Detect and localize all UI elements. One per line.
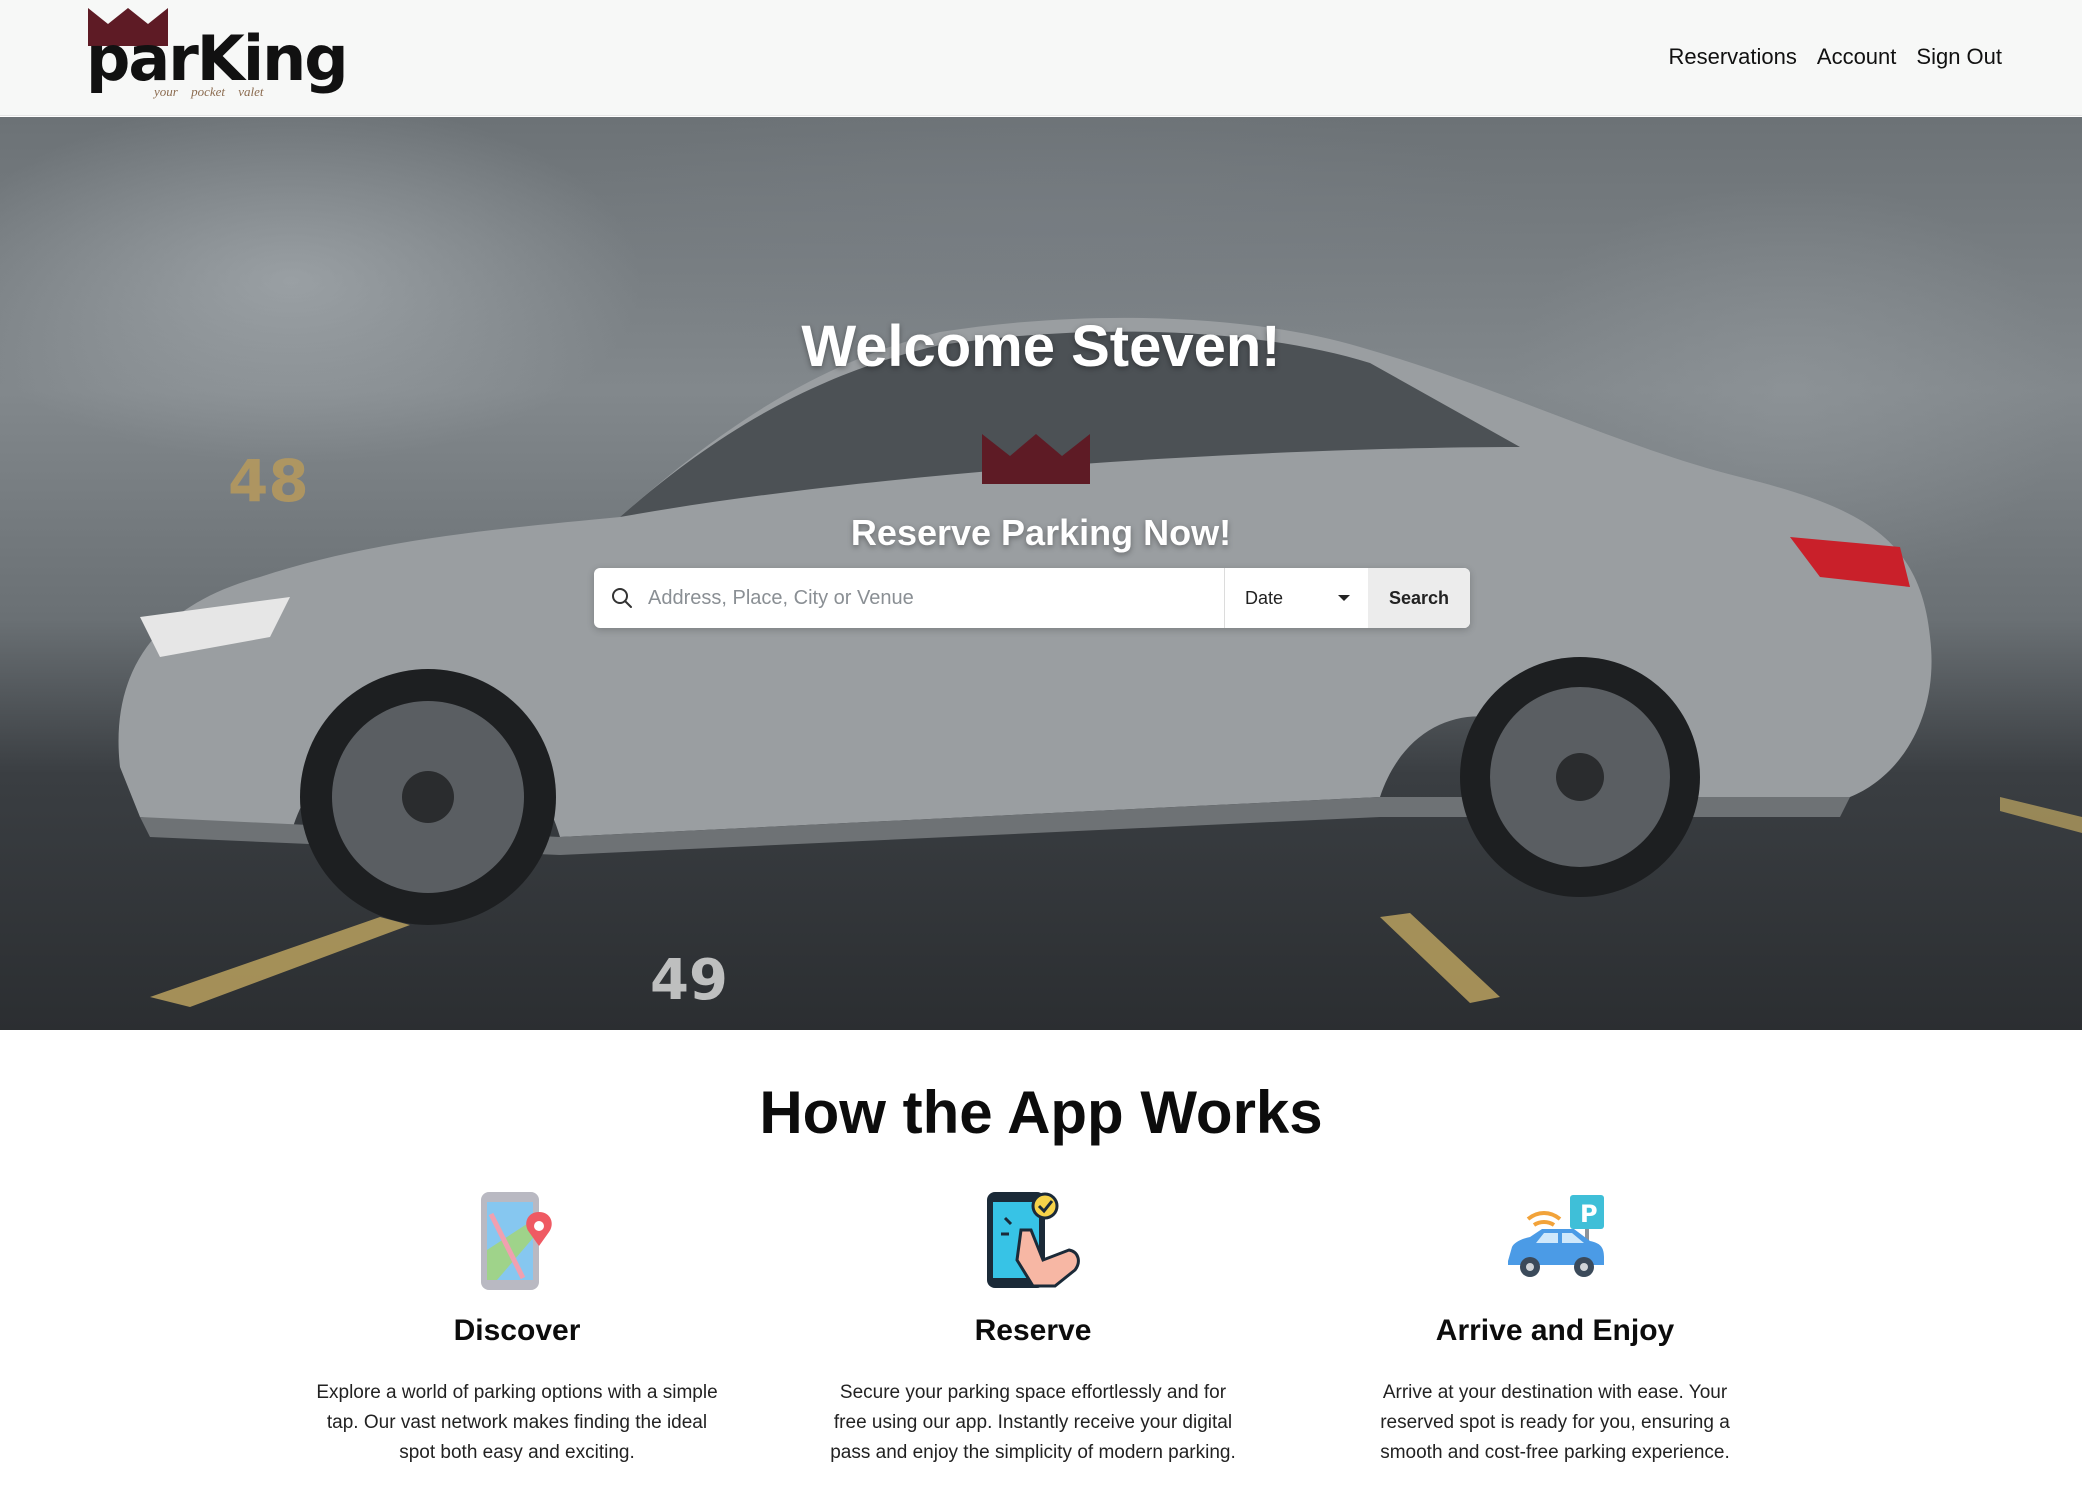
how-it-works-heading: How the App Works — [759, 1079, 1323, 1146]
navbar: parKing your pocket valet Reservations A… — [0, 0, 2082, 116]
step-discover: Discover Explore a world of parking opti… — [307, 1188, 727, 1468]
step-description: Explore a world of parking options with … — [316, 1382, 718, 1463]
step-description: Arrive at your destination with ease. Yo… — [1380, 1382, 1730, 1463]
car-parking-icon: P — [1508, 1195, 1604, 1277]
hero-banner: 48 49 49 Welcome Steven! Reserve Parking… — [0, 117, 2082, 1030]
nav-account[interactable]: Account — [1817, 44, 1897, 70]
search-button[interactable]: Search — [1368, 568, 1470, 628]
search-field — [594, 568, 1224, 628]
step-title: Discover — [453, 1314, 581, 1347]
brand-logo[interactable]: parKing your pocket valet — [86, 6, 349, 106]
step-arrive: P Arrive and Enjoy Arrive at your destin… — [1345, 1188, 1765, 1468]
date-label: Date — [1245, 587, 1284, 608]
nav-reservations[interactable]: Reservations — [1669, 44, 1797, 70]
reserve-heading: Reserve Parking Now! — [850, 512, 1232, 553]
search-icon — [612, 588, 632, 608]
step-title: Arrive and Enjoy — [1435, 1314, 1675, 1347]
brand-name: parKing — [86, 22, 349, 95]
tap-phone-icon — [987, 1192, 1080, 1288]
search-input[interactable] — [648, 586, 1208, 610]
search-bar: Date Search — [594, 568, 1470, 628]
welcome-heading: Welcome Steven! — [801, 314, 1281, 379]
caret-down-icon — [1338, 595, 1350, 601]
floor-number: 49 — [650, 948, 728, 1013]
step-reserve: Reserve Secure your parking space effort… — [823, 1188, 1243, 1468]
brand-tagline: your pocket valet — [154, 84, 264, 99]
step-description: Secure your parking space effortlessly a… — [830, 1382, 1236, 1463]
map-phone-icon — [481, 1192, 552, 1290]
nav-links: Reservations Account Sign Out — [1669, 44, 2003, 70]
date-dropdown[interactable]: Date — [1224, 568, 1368, 628]
svg-text:P: P — [1580, 1200, 1598, 1228]
nav-sign-out[interactable]: Sign Out — [1916, 44, 2002, 70]
step-title: Reserve — [974, 1314, 1092, 1347]
crown-icon — [982, 434, 1090, 484]
